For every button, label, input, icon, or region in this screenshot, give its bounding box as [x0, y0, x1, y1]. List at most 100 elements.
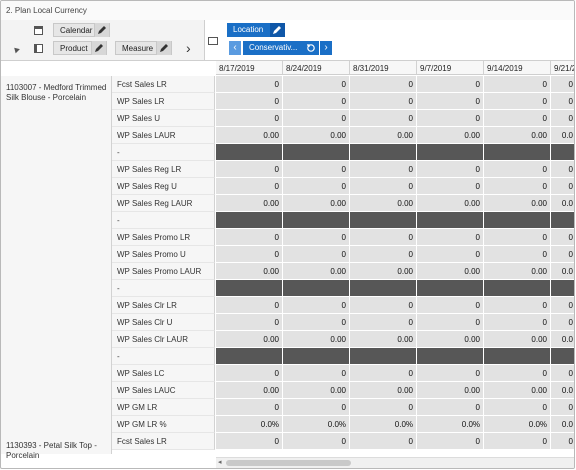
data-cell[interactable]: 0: [283, 178, 350, 195]
data-cell[interactable]: 0: [484, 178, 551, 195]
data-cell[interactable]: 0: [283, 246, 350, 263]
data-cell[interactable]: 0.0: [551, 263, 574, 280]
data-cell[interactable]: 0: [216, 433, 283, 450]
data-cell[interactable]: 0: [350, 93, 417, 110]
data-cell[interactable]: 0: [484, 399, 551, 416]
data-cell[interactable]: 0.00: [216, 195, 283, 212]
data-cell[interactable]: 0: [417, 178, 484, 195]
data-cell[interactable]: 0.00: [484, 263, 551, 280]
data-cell[interactable]: 0: [350, 229, 417, 246]
data-cell[interactable]: 0: [484, 433, 551, 450]
data-cell[interactable]: 0: [216, 297, 283, 314]
product-dimension-chip[interactable]: Product: [53, 41, 107, 55]
data-cell[interactable]: 0: [417, 161, 484, 178]
data-cell[interactable]: 0.00: [216, 382, 283, 399]
data-cell[interactable]: 0: [350, 161, 417, 178]
data-cell[interactable]: 0: [551, 399, 574, 416]
data-cell[interactable]: 0.0%: [484, 416, 551, 433]
data-cell[interactable]: 0: [417, 399, 484, 416]
data-cell[interactable]: 0.00: [417, 195, 484, 212]
next-scenario-button[interactable]: ›: [320, 41, 332, 55]
data-cell[interactable]: 0: [216, 314, 283, 331]
data-cell[interactable]: 0: [216, 110, 283, 127]
measure-dimension-chip[interactable]: Measure: [115, 41, 172, 55]
data-cell[interactable]: 0: [350, 433, 417, 450]
data-cell[interactable]: 0: [417, 93, 484, 110]
data-cell[interactable]: 0: [350, 76, 417, 93]
data-cell[interactable]: 0: [216, 93, 283, 110]
data-cell[interactable]: 0: [484, 314, 551, 331]
data-cell[interactable]: 0.00: [484, 331, 551, 348]
data-cell[interactable]: 0.00: [283, 382, 350, 399]
data-cell[interactable]: 0: [283, 365, 350, 382]
data-cell[interactable]: 0: [484, 365, 551, 382]
data-cell[interactable]: 0: [283, 161, 350, 178]
data-cell[interactable]: 0.00: [417, 331, 484, 348]
data-cell[interactable]: 0.0%: [417, 416, 484, 433]
data-cell[interactable]: 0.00: [417, 382, 484, 399]
data-cell[interactable]: 0.00: [484, 127, 551, 144]
data-cell[interactable]: 0: [216, 365, 283, 382]
calendar-dimension-chip[interactable]: Calendar: [53, 23, 110, 37]
data-cell[interactable]: 0: [283, 314, 350, 331]
location-dimension-chip[interactable]: Location: [227, 23, 285, 37]
data-cell[interactable]: 0: [350, 297, 417, 314]
data-cell[interactable]: 0: [551, 161, 574, 178]
data-cell[interactable]: 0: [350, 365, 417, 382]
data-cell[interactable]: 0: [283, 229, 350, 246]
product-name-1[interactable]: 1103007 - Medford Trimmed Silk Blouse - …: [6, 83, 108, 103]
data-cell[interactable]: 0: [551, 93, 574, 110]
data-cell[interactable]: 0.0: [551, 127, 574, 144]
data-cell[interactable]: 0: [551, 433, 574, 450]
edit-product-icon[interactable]: [91, 41, 106, 55]
data-cell[interactable]: 0: [417, 365, 484, 382]
data-cell[interactable]: 0: [484, 110, 551, 127]
data-cell[interactable]: 0.00: [484, 382, 551, 399]
data-cell[interactable]: 0: [417, 229, 484, 246]
previous-scenario-button[interactable]: ‹: [229, 41, 241, 55]
data-cell[interactable]: 0.00: [216, 263, 283, 280]
data-cell[interactable]: 0: [350, 246, 417, 263]
data-cell[interactable]: 0: [551, 229, 574, 246]
scenario-selector[interactable]: Conservativ...: [243, 41, 319, 55]
data-cell[interactable]: 0.0%: [216, 416, 283, 433]
data-cell[interactable]: 0: [551, 246, 574, 263]
data-cell[interactable]: 0.00: [283, 263, 350, 280]
data-cell[interactable]: 0: [417, 314, 484, 331]
data-cell[interactable]: 0: [551, 178, 574, 195]
data-cell[interactable]: 0: [216, 399, 283, 416]
data-cell[interactable]: 0.00: [283, 127, 350, 144]
product-layout-icon[interactable]: [34, 44, 43, 53]
data-cell[interactable]: 0: [216, 178, 283, 195]
column-header[interactable]: 9/7/2019: [417, 61, 484, 75]
data-cell[interactable]: 0.00: [417, 127, 484, 144]
data-cell[interactable]: 0: [283, 93, 350, 110]
data-cell[interactable]: 0.0%: [283, 416, 350, 433]
data-cell[interactable]: 0: [551, 76, 574, 93]
calendar-layout-icon[interactable]: [34, 26, 43, 35]
data-cell[interactable]: 0: [283, 297, 350, 314]
data-cell[interactable]: 0.00: [417, 263, 484, 280]
column-header[interactable]: 8/31/2019: [350, 61, 417, 75]
horizontal-scrollbar[interactable]: ◂: [216, 457, 574, 468]
data-cell[interactable]: 0: [484, 229, 551, 246]
data-cell[interactable]: 0.00: [350, 195, 417, 212]
data-cell[interactable]: 0: [417, 246, 484, 263]
data-cell[interactable]: 0: [417, 297, 484, 314]
data-cell[interactable]: 0.0: [551, 416, 574, 433]
data-cell[interactable]: 0.00: [484, 195, 551, 212]
data-cell[interactable]: 0: [551, 365, 574, 382]
data-cell[interactable]: 0: [551, 314, 574, 331]
data-cell[interactable]: 0.00: [350, 263, 417, 280]
data-cell[interactable]: 0: [216, 246, 283, 263]
data-cell[interactable]: 0.00: [216, 127, 283, 144]
data-cell[interactable]: 0.0%: [350, 416, 417, 433]
edit-measure-icon[interactable]: [156, 41, 171, 55]
data-cell[interactable]: 0.00: [283, 331, 350, 348]
data-cell[interactable]: 0: [283, 76, 350, 93]
data-cell[interactable]: 0: [484, 297, 551, 314]
data-cell[interactable]: 0: [283, 399, 350, 416]
product-name-2[interactable]: 1130393 - Petal Silk Top - Porcelain: [6, 441, 108, 461]
data-cell[interactable]: 0: [350, 314, 417, 331]
edit-location-icon[interactable]: [270, 23, 285, 37]
